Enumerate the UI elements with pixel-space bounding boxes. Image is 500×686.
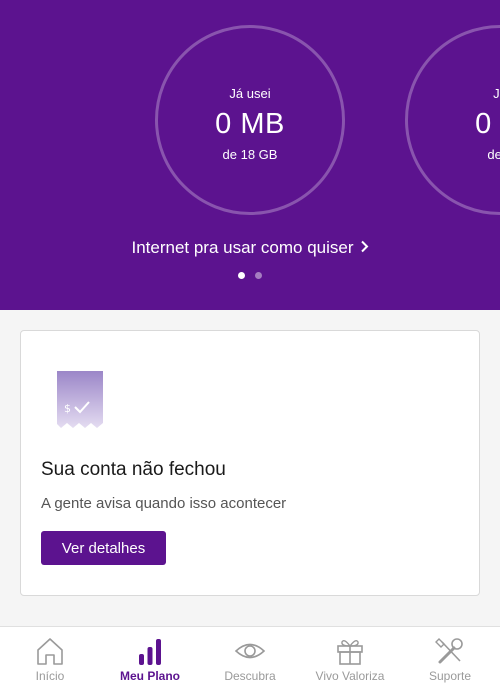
tools-icon [434,636,466,666]
home-icon [34,636,66,666]
eye-icon [234,636,266,666]
usage-circle-internet[interactable]: Já usei 0 MB de 18 GB [155,25,345,215]
nav-item-vivo-valoriza[interactable]: Vivo Valoriza [300,627,400,686]
nav-label: Início [35,669,65,683]
internet-link-label: Internet pra usar como quiser [131,238,354,257]
receipt-icon: $ [55,369,105,431]
chevron-right-icon [360,238,369,258]
usage-label: Já [493,86,500,101]
nav-item-descubra[interactable]: Descubra [200,627,300,686]
bill-status-subtitle: A gente avisa quando isso acontecer [41,495,287,512]
gift-icon [334,636,366,666]
internet-details-link[interactable]: Internet pra usar como quiser [0,238,500,258]
bill-status-card: $ Sua conta não fechou A gente avisa qua… [20,330,480,596]
nav-label: Vivo Valoriza [315,669,385,683]
usage-label: Já usei [229,86,271,101]
usage-header: Já usei 0 MB de 18 GB Já 0 M de 4 Intern… [0,0,500,310]
usage-total: de 4 [487,147,500,162]
carousel-dot-active[interactable] [238,272,245,279]
carousel-pagination [0,272,500,279]
bill-status-title: Sua conta não fechou [41,459,226,480]
nav-item-suporte[interactable]: Suporte [400,627,500,686]
usage-value: 0 M [475,108,500,140]
view-details-button[interactable]: Ver detalhes [41,531,166,565]
svg-text:$: $ [64,402,71,415]
nav-label: Meu Plano [119,669,180,683]
carousel-dot[interactable] [255,272,262,279]
bottom-navigation: Início Meu Plano Descubra Vivo Valoriza … [0,626,500,686]
usage-circle-next[interactable]: Já 0 M de 4 [405,25,500,215]
nav-label: Descubra [224,669,276,683]
nav-item-meu-plano[interactable]: Meu Plano [100,627,200,686]
usage-total: de 18 GB [222,147,278,162]
nav-label: Suporte [428,669,472,683]
usage-value: 0 MB [215,108,285,140]
bar-chart-icon [134,636,166,666]
nav-item-inicio[interactable]: Início [0,627,100,686]
